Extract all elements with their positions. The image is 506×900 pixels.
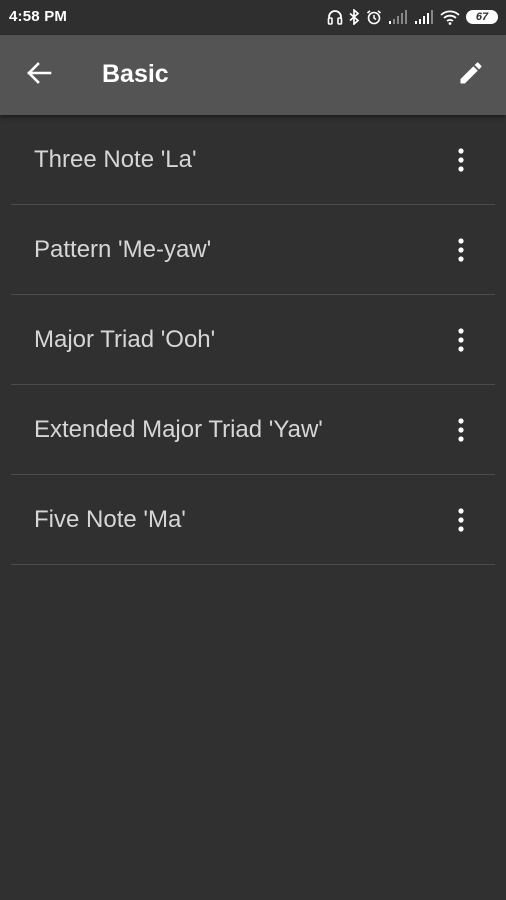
list-item[interactable]: Extended Major Triad 'Yaw' xyxy=(11,385,495,475)
list-item-label: Five Note 'Ma' xyxy=(34,506,186,533)
battery-icon: 67 xyxy=(466,10,498,24)
status-time: 4:58 PM xyxy=(9,8,68,25)
arrow-back-icon xyxy=(26,61,52,90)
list-item[interactable]: Three Note 'La' xyxy=(11,115,495,205)
signal-icon xyxy=(388,10,408,24)
list-item[interactable]: Five Note 'Ma' xyxy=(11,475,495,565)
list-item-label: Extended Major Triad 'Yaw' xyxy=(34,416,323,443)
pencil-icon xyxy=(457,59,485,92)
app-bar: Basic xyxy=(0,35,506,115)
more-vertical-icon xyxy=(457,328,465,352)
back-button[interactable] xyxy=(18,54,60,96)
exercise-list: Three Note 'La' Pattern 'Me-yaw' Major T… xyxy=(0,115,506,565)
list-item[interactable]: Major Triad 'Ooh' xyxy=(11,295,495,385)
more-vertical-icon xyxy=(457,508,465,532)
signal-icon xyxy=(414,10,434,24)
more-options-button[interactable] xyxy=(445,409,477,451)
list-item-label: Pattern 'Me-yaw' xyxy=(34,236,212,263)
bluetooth-icon xyxy=(349,9,360,25)
list-item-label: Three Note 'La' xyxy=(34,146,197,173)
more-vertical-icon xyxy=(457,238,465,262)
wifi-icon xyxy=(440,10,460,25)
alarm-icon xyxy=(366,9,382,25)
more-options-button[interactable] xyxy=(445,499,477,541)
more-vertical-icon xyxy=(457,418,465,442)
list-item[interactable]: Pattern 'Me-yaw' xyxy=(11,205,495,295)
more-vertical-icon xyxy=(457,148,465,172)
page-title: Basic xyxy=(102,60,169,88)
more-options-button[interactable] xyxy=(445,319,477,361)
battery-level: 67 xyxy=(475,11,489,23)
more-options-button[interactable] xyxy=(445,139,477,181)
status-icons: 67 xyxy=(327,6,498,28)
headphones-icon xyxy=(327,9,343,25)
list-item-label: Major Triad 'Ooh' xyxy=(34,326,216,353)
edit-button[interactable] xyxy=(450,54,492,96)
status-bar: 4:58 PM 67 xyxy=(0,0,506,35)
more-options-button[interactable] xyxy=(445,229,477,271)
